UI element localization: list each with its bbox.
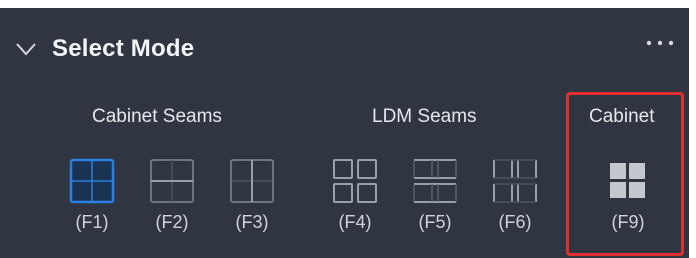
cabinet-seams-horizontal-icon xyxy=(150,159,194,203)
ldm-seams-all-icon xyxy=(333,159,377,203)
panel-title: Select Mode xyxy=(52,35,195,62)
ldm-seams-horizontal-icon xyxy=(413,159,457,203)
shortcut-f6-label: (F6) xyxy=(498,212,532,232)
shortcut-f3-label: (F3) xyxy=(235,212,269,232)
cabinet-grid-icon xyxy=(610,163,645,198)
group-label-cabinet: Cabinet xyxy=(589,106,655,127)
ldm-seams-vertical-button[interactable]: (F6) xyxy=(489,156,541,246)
cabinet-seams-vertical-button[interactable]: (F3) xyxy=(226,156,278,246)
cabinet-seams-all-button[interactable]: (F1) xyxy=(66,156,118,246)
chevron-down-icon[interactable] xyxy=(14,39,38,59)
group-label-cabinet-seams: Cabinet Seams xyxy=(92,106,222,127)
group-label-ldm-seams: LDM Seams xyxy=(372,106,477,127)
cabinet-seams-all-icon xyxy=(69,158,115,204)
cabinet-seams-horizontal-button[interactable]: (F2) xyxy=(146,156,198,246)
shortcut-f5-label: (F5) xyxy=(418,212,452,232)
cabinet-button[interactable]: (F9) xyxy=(602,156,654,246)
ldm-seams-horizontal-button[interactable]: (F5) xyxy=(409,156,461,246)
ldm-seams-vertical-icon xyxy=(493,159,537,203)
select-mode-panel: Select Mode ··· Cabinet Seams LDM Seams … xyxy=(0,8,689,258)
shortcut-f2-label: (F2) xyxy=(155,212,189,232)
cabinet-seams-vertical-icon xyxy=(230,159,274,203)
panel-header[interactable]: Select Mode ··· xyxy=(0,8,689,86)
ldm-seams-all-button[interactable]: (F4) xyxy=(329,156,381,246)
shortcut-f1-label: (F1) xyxy=(75,212,109,232)
more-options-icon[interactable]: ··· xyxy=(645,36,675,50)
shortcut-f4-label: (F4) xyxy=(338,212,372,232)
shortcut-f9-label: (F9) xyxy=(611,212,645,232)
